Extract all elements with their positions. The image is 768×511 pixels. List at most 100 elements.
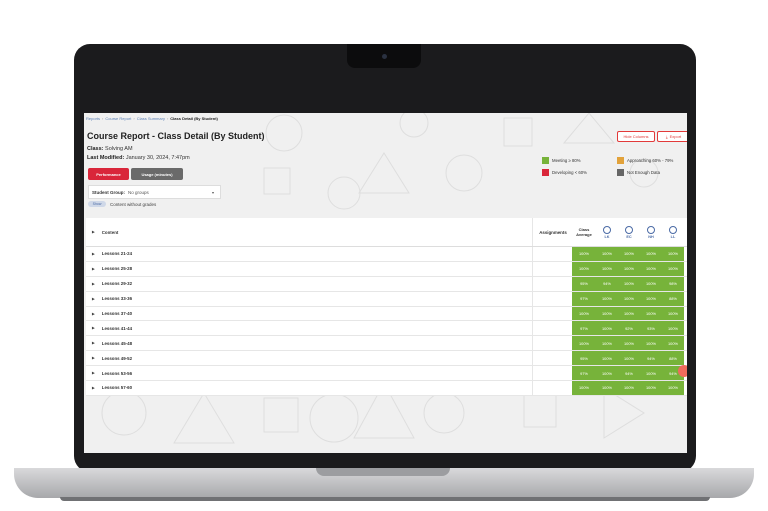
score-cell[interactable]: 100% (618, 261, 640, 276)
breadcrumb-course-report[interactable]: Course Report (105, 116, 131, 121)
table-row[interactable]: ▶ Lessons 45-48 100% 100% 100% 100% 100% (86, 336, 687, 352)
score-cell[interactable]: 100% (596, 366, 618, 381)
expand-row-icon[interactable]: ▶ (92, 252, 95, 256)
score-cell[interactable]: 100% (596, 247, 618, 261)
score-cell[interactable]: 100% (640, 336, 662, 351)
student-group-select[interactable]: Student Group: No groups ▾ (88, 185, 221, 199)
score-cell[interactable]: 100% (596, 306, 618, 321)
score-cell[interactable]: 98% (662, 276, 684, 291)
row-content[interactable]: ▶ Lessons 53-56 (86, 366, 532, 380)
score-cell[interactable]: 100% (618, 276, 640, 291)
score-cell[interactable]: 100% (662, 321, 684, 336)
row-content[interactable]: ▶ Lessons 45-48 (86, 336, 532, 350)
student-header[interactable]: NH (640, 218, 662, 246)
score-cell[interactable]: 100% (596, 261, 618, 276)
row-content[interactable]: ▶ Lessons 33-36 (86, 292, 532, 306)
score-cell[interactable]: 93% (640, 321, 662, 336)
score-cell[interactable]: 100% (596, 381, 618, 395)
score-cell[interactable]: 100% (640, 306, 662, 321)
score-cell[interactable]: 100% (618, 351, 640, 366)
score-cell[interactable]: 100% (596, 336, 618, 351)
score-cell[interactable]: 100% (640, 366, 662, 381)
student-header[interactable]: EC (618, 218, 640, 246)
show-toggle[interactable]: Show (88, 201, 106, 207)
content-header[interactable]: ▶ Content (86, 218, 532, 246)
breadcrumb-reports[interactable]: Reports (86, 116, 100, 121)
score-cell[interactable]: 100% (662, 247, 684, 261)
modified-label: Last Modified: (87, 155, 125, 161)
assignments-header[interactable]: Assignments (532, 218, 573, 246)
table-row[interactable]: ▶ Lessons 37-40 100% 100% 100% 100% 100% (86, 306, 687, 322)
row-content[interactable]: ▶ Lessons 57-60 (86, 381, 532, 395)
table-row[interactable]: ▶ Lessons 41-44 97% 100% 92% 93% 100% (86, 321, 687, 337)
table-row[interactable]: ▶ Lessons 57-60 100% 100% 100% 100% 100% (86, 381, 687, 396)
class-average-header[interactable]: Class Average (572, 218, 596, 246)
table-row[interactable]: ▶ Lessons 49-52 95% 100% 100% 94% 88% (86, 351, 687, 367)
score-cell[interactable]: 100% (596, 321, 618, 336)
expand-row-icon[interactable]: ▶ (92, 267, 95, 271)
class-info: Class: Solving AM (87, 146, 133, 152)
row-content[interactable]: ▶ Lessons 21-24 (86, 247, 532, 261)
score-cell[interactable]: 88% (662, 351, 684, 366)
row-content[interactable]: ▶ Lessons 25-28 (86, 262, 532, 276)
score-cell[interactable]: 100% (618, 247, 640, 261)
score-cell[interactable]: 100% (662, 381, 684, 395)
class-value: Solving AM (105, 146, 133, 152)
expand-row-icon[interactable]: ▶ (92, 341, 95, 345)
assignments-cell (532, 276, 573, 291)
table-row[interactable]: ▶ Lessons 21-24 100% 100% 100% 100% 100% (86, 247, 687, 262)
help-button[interactable] (678, 365, 687, 377)
expand-row-icon[interactable]: ▶ (92, 371, 95, 375)
legend-developing: Developing < 60% (542, 169, 587, 176)
student-initials: NH (648, 234, 654, 239)
table-row[interactable]: ▶ Lessons 29-32 95% 94% 100% 100% 98% (86, 276, 687, 292)
score-cell[interactable]: 100% (640, 276, 662, 291)
score-cell[interactable]: 100% (618, 336, 640, 351)
student-initials: LK (604, 234, 610, 239)
score-cell[interactable]: 94% (640, 351, 662, 366)
tab-usage[interactable]: Usage (minutes) (131, 168, 183, 180)
expand-row-icon[interactable]: ▶ (92, 326, 95, 330)
expand-row-icon[interactable]: ▶ (92, 312, 95, 316)
table-row[interactable]: ▶ Lessons 33-36 97% 100% 100% 100% 88% (86, 291, 687, 307)
score-cell[interactable]: 94% (596, 276, 618, 291)
row-content[interactable]: ▶ Lessons 41-44 (86, 321, 532, 335)
score-cell[interactable]: 100% (618, 381, 640, 395)
table-row[interactable]: ▶ Lessons 53-56 97% 100% 94% 100% 94% (86, 366, 687, 382)
hide-columns-button[interactable]: Hide Columns (617, 131, 655, 142)
breadcrumb-class-summary[interactable]: Class Summary (137, 116, 165, 121)
row-content[interactable]: ▶ Lessons 37-40 (86, 307, 532, 321)
expand-row-icon[interactable]: ▶ (92, 297, 95, 301)
expand-row-icon[interactable]: ▶ (92, 386, 95, 390)
row-content[interactable]: ▶ Lessons 49-52 (86, 351, 532, 365)
score-cell[interactable]: 92% (618, 321, 640, 336)
tab-performance[interactable]: Performance (88, 168, 129, 180)
score-cell[interactable]: 100% (618, 291, 640, 306)
export-button[interactable]: ⤓ Export (657, 131, 687, 142)
camera-icon (382, 54, 387, 59)
table-row[interactable]: ▶ Lessons 25-28 100% 100% 100% 100% 100% (86, 261, 687, 277)
class-average-cell: 100% (572, 247, 596, 261)
row-name: Lessons 25-28 (101, 266, 133, 272)
score-cell[interactable]: 100% (640, 261, 662, 276)
student-header[interactable]: LK (596, 218, 618, 246)
student-initials: EC (626, 234, 632, 239)
score-cell[interactable]: 100% (662, 306, 684, 321)
score-cell[interactable]: 100% (640, 381, 662, 395)
legend-not-enough-label: Not Enough Data (627, 170, 660, 175)
score-cell[interactable]: 100% (596, 351, 618, 366)
score-cell[interactable]: 100% (662, 261, 684, 276)
score-cell[interactable]: 100% (640, 291, 662, 306)
score-cell[interactable]: 94% (618, 366, 640, 381)
student-header[interactable]: LL (662, 218, 684, 246)
not-enough-swatch (617, 169, 624, 176)
score-cell[interactable]: 100% (662, 336, 684, 351)
laptop-feet (60, 497, 710, 501)
score-cell[interactable]: 88% (662, 291, 684, 306)
score-cell[interactable]: 100% (596, 291, 618, 306)
expand-row-icon[interactable]: ▶ (92, 282, 95, 286)
row-content[interactable]: ▶ Lessons 29-32 (86, 277, 532, 291)
expand-row-icon[interactable]: ▶ (92, 356, 95, 360)
score-cell[interactable]: 100% (640, 247, 662, 261)
score-cell[interactable]: 100% (618, 306, 640, 321)
